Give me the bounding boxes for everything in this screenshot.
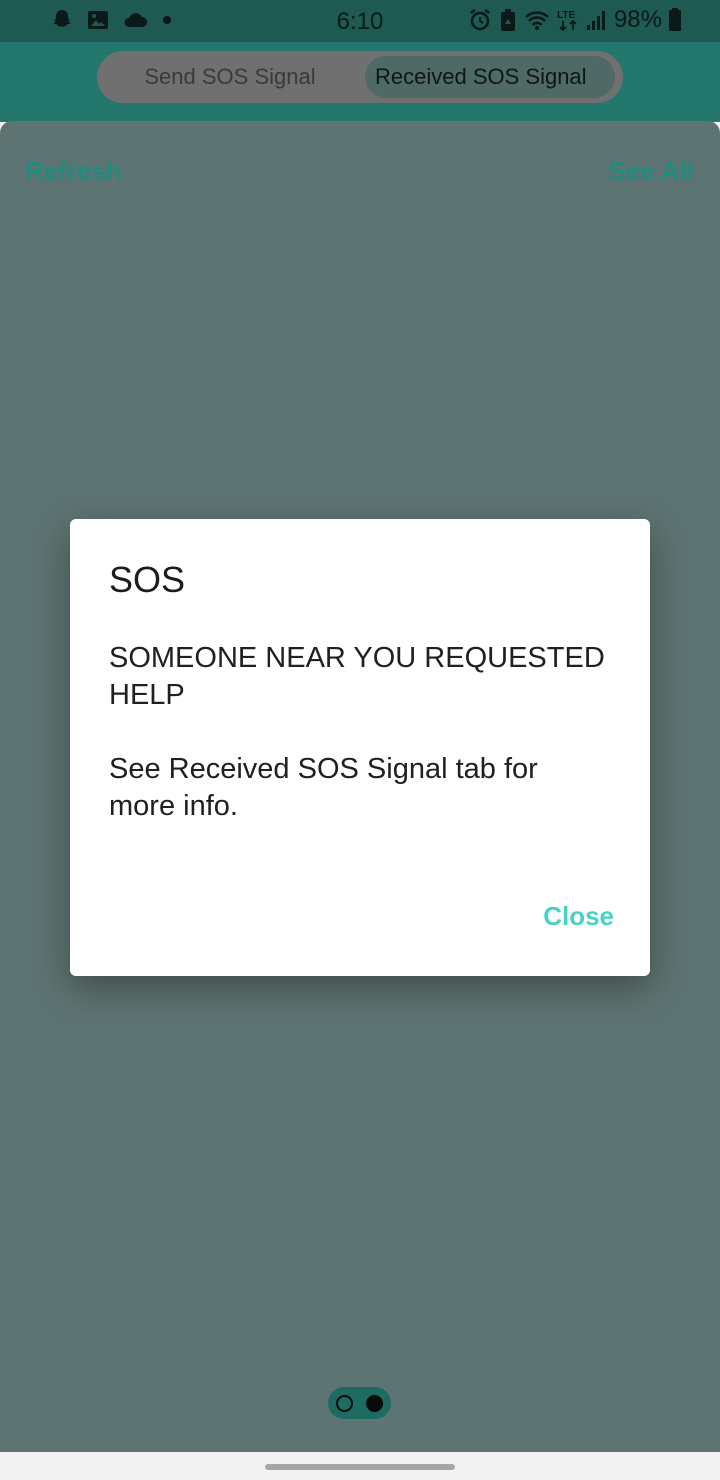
tab-received-sos-signal[interactable]: Received SOS Signal [365, 56, 615, 98]
status-right-icons: LTE 98% [468, 6, 682, 34]
page-dot-1[interactable] [336, 1395, 353, 1412]
sos-alert-dialog: SOS SOMEONE NEAR YOU REQUESTED HELP See … [70, 519, 650, 976]
sos-tab-switcher: Send SOS Signal Received SOS Signal [97, 51, 623, 103]
lte-icon: LTE [556, 7, 580, 33]
system-nav-bar [0, 1452, 720, 1480]
tab-send-sos-signal[interactable]: Send SOS Signal [105, 56, 355, 98]
dialog-message: SOMEONE NEAR YOU REQUESTED HELP See Rece… [109, 642, 605, 822]
home-gesture-handle[interactable] [265, 1464, 455, 1470]
signal-icon [586, 8, 608, 32]
battery-icon [668, 7, 682, 33]
status-bar: 6:10 LTE 98% [0, 0, 720, 42]
alarm-icon [468, 7, 492, 33]
page-indicator [328, 1387, 391, 1419]
close-button[interactable]: Close [543, 901, 614, 932]
svg-text:LTE: LTE [557, 10, 575, 21]
see-all-link[interactable]: See All [608, 156, 694, 187]
recycle-icon [498, 7, 518, 33]
battery-level: 98% [613, 6, 662, 33]
dialog-title: SOS [109, 559, 186, 600]
refresh-link[interactable]: Refresh [25, 156, 122, 187]
page-dot-2-active[interactable] [366, 1395, 383, 1412]
wifi-icon [524, 8, 550, 32]
